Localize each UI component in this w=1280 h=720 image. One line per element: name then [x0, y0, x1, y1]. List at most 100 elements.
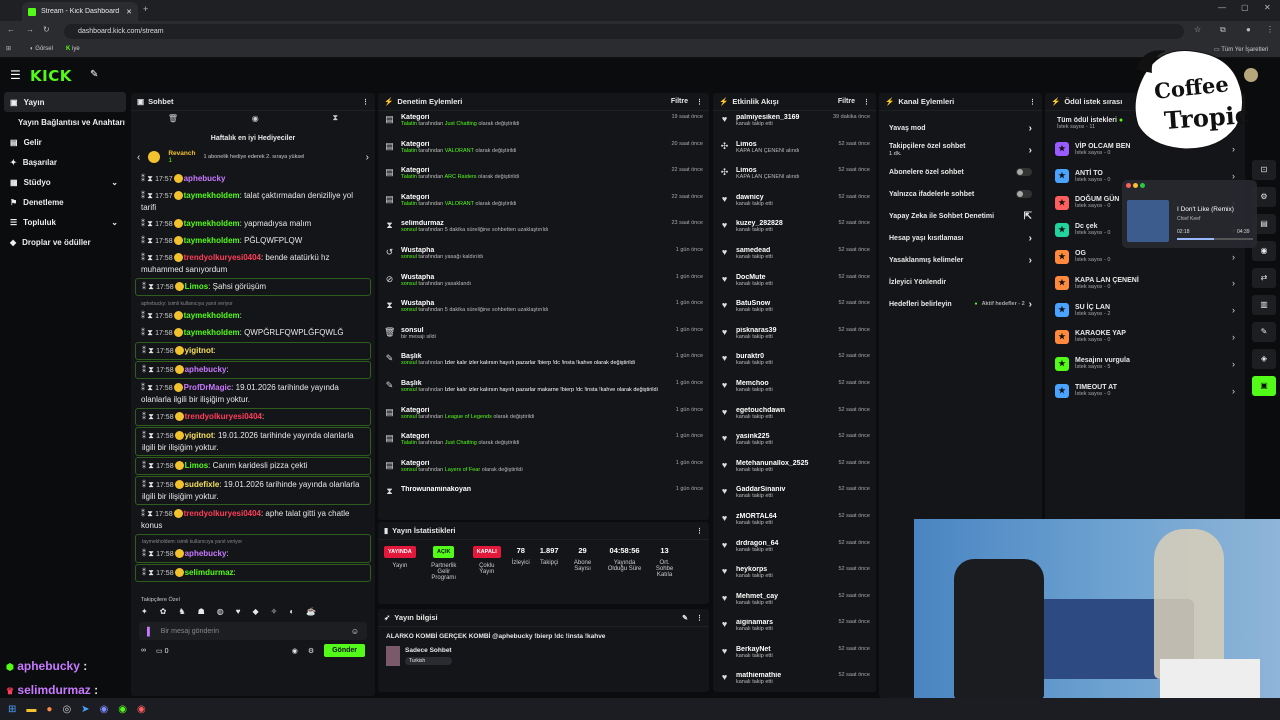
channel-action-row[interactable]: Yapay Zeka ile Sohbet Denetimi ⇱ — [879, 205, 1042, 227]
chat-username[interactable]: trendyolkuryesi0404 — [184, 509, 261, 518]
nav-item[interactable]: ⚑ Denetleme — [0, 192, 130, 212]
chrome-icon[interactable]: ◉ — [137, 704, 146, 715]
emote-icon[interactable]: ♥ — [236, 607, 241, 616]
settings-gear-icon[interactable]: ⚙ — [308, 647, 314, 655]
windows-start-icon[interactable]: ⊞ — [8, 704, 16, 715]
activity-row[interactable]: ♥ DocMute kanalı takip etti 52 saat önce — [713, 271, 876, 298]
send-button[interactable]: Gönder — [324, 644, 365, 657]
reward-row[interactable]: ★ TIMEOUT AT İstek sayısı - 0 › — [1045, 377, 1245, 404]
timer-icon[interactable]: ⧗ — [147, 509, 155, 518]
tag-badge[interactable]: Turkish — [405, 657, 452, 665]
nav-item[interactable]: ▦ Stüdyo ⌄ — [0, 172, 130, 192]
activity-user[interactable]: zMORTAL64 — [736, 513, 833, 520]
channel-action-row[interactable]: Abonelere özel sohbet — [879, 161, 1042, 183]
moderation-row[interactable]: ▤ Kategori sonsul tarafından League of Leg… — [378, 404, 709, 431]
chat-username[interactable]: yigitnot — [185, 431, 214, 440]
toolbar-button[interactable]: ▣ — [1252, 376, 1276, 396]
chat-username[interactable]: sudefixle — [185, 480, 220, 489]
chat-message[interactable]: ⁑ ⧗ 17:58 taymekholdem: yapmadıysa malım — [135, 216, 371, 232]
emote-icon[interactable]: ☕ — [306, 607, 316, 616]
file-explorer-icon[interactable]: ▬ — [26, 704, 36, 715]
timer-icon[interactable]: ⧗ — [147, 219, 155, 228]
moderation-row[interactable]: ▤ Kategori Talatin tarafından VALORANT ola… — [378, 191, 709, 218]
moderation-row[interactable]: ⊘ Wustapha sonsul tarafından yasaklandı 1 g… — [378, 271, 709, 298]
moderation-row[interactable]: ▤ Kategori Talatin tarafından Just Chattin… — [378, 430, 709, 457]
telegram-icon[interactable]: ➤ — [81, 704, 89, 715]
chat-username[interactable]: ProfDrMagic — [184, 383, 232, 392]
activity-row[interactable]: ♥ BerkayNet kanalı takip etti 52 saat önce — [713, 643, 876, 670]
chat-username[interactable]: Limos — [185, 461, 209, 470]
activity-row[interactable]: ♥ yasink225 kanalı takip etti 52 saat önce — [713, 430, 876, 457]
chevron-right-icon[interactable]: › — [1029, 255, 1032, 266]
activity-user[interactable]: aiginamars — [736, 619, 833, 626]
spotify-icon[interactable]: ◉ — [118, 704, 127, 715]
trash-icon[interactable]: 🗑 — [168, 114, 178, 123]
external-link-icon[interactable]: ⇱ — [1024, 211, 1032, 222]
song-progress-track[interactable] — [1177, 238, 1253, 240]
timer-icon[interactable]: ⧗ — [148, 480, 156, 489]
chat-username[interactable]: taymekholdem — [184, 328, 240, 337]
chat-message[interactable]: ⁑ ⧗ 17:58 sudefixle: 19.01.2026 tarihinde… — [135, 476, 371, 505]
activity-row[interactable]: ♥ zMORTAL64 kanalı takip etti 52 saat önce — [713, 510, 876, 537]
chat-message[interactable]: ⁑ ⧗ 17:58 taymekholdem: PĞLQWFPLQW — [135, 233, 371, 249]
star-icon[interactable]: ☆ — [1194, 25, 1201, 34]
moderation-menu-icon[interactable]: ⋮ — [696, 98, 703, 106]
channel-action-row[interactable]: Hesap yaşı kısıtlaması › — [879, 227, 1042, 249]
activity-row[interactable]: ♥ drdragon_64 kanalı takip etti 52 saat önc… — [713, 537, 876, 564]
activity-user[interactable]: Limos — [736, 167, 833, 174]
activity-user[interactable]: Mehmet_cay — [736, 593, 833, 600]
chevron-right-icon[interactable]: › — [1029, 145, 1032, 156]
back-icon[interactable]: ← — [7, 25, 15, 34]
chat-username[interactable]: yigitnot — [185, 346, 214, 355]
toggle-switch[interactable] — [1016, 190, 1032, 198]
chat-message[interactable]: ⁑ ⧗ 17:58 Limos: Şahsi görüşüm — [135, 278, 371, 296]
chat-username[interactable]: taymekholdem — [184, 219, 240, 228]
activity-user[interactable]: Metehanunallox_2525 — [736, 460, 833, 467]
category-name[interactable]: Sadece Sohbet — [405, 647, 452, 654]
chat-username[interactable]: Limos — [185, 282, 209, 291]
activity-row[interactable]: ♥ egetouchdawn kanalı takip etti 52 saat ön… — [713, 404, 876, 431]
timer-icon[interactable]: ⧗ — [148, 568, 156, 577]
toolbar-button[interactable]: ◈ — [1252, 349, 1276, 369]
activity-user[interactable]: kuzey_282828 — [736, 220, 833, 227]
chevron-right-icon[interactable]: › — [1232, 386, 1235, 396]
activity-user[interactable]: DocMute — [736, 274, 833, 281]
chat-message[interactable]: ⁑ ⧗ 17:58 yigitnot: 19.01.2026 tarihinde … — [135, 427, 371, 456]
chat-message[interactable]: ⁑ ⧗ 17:58 aphebucky: — [135, 361, 371, 379]
emote-icon[interactable]: ◆ — [252, 607, 258, 616]
reload-icon[interactable]: ↻ — [43, 25, 50, 34]
chat-input[interactable]: ▌ Bir mesaj gönderin ☺ — [139, 622, 367, 640]
activity-row[interactable]: ♥ mathiemathie kanalı takip etti 52 saat ön… — [713, 669, 876, 692]
channel-action-row[interactable]: Yavaş mod › — [879, 117, 1042, 139]
reward-row[interactable]: ★ SU İÇ LAN İstek sayısı - 2 › — [1045, 297, 1245, 324]
pin-icon[interactable]: ✎ — [90, 69, 98, 80]
chat-menu-icon[interactable]: ⋮ — [362, 98, 369, 106]
channel-menu-icon[interactable]: ⋮ — [1029, 98, 1036, 106]
nav-item[interactable]: ▤ Gelir — [0, 132, 130, 152]
activity-user[interactable]: heykorps — [736, 566, 833, 573]
chat-username[interactable]: taymekholdem — [184, 236, 240, 245]
timer-icon[interactable]: ⧗ — [148, 282, 156, 291]
bookmark-iye[interactable]: K iye — [66, 46, 80, 52]
timer-icon[interactable]: ⧗ — [332, 113, 338, 123]
activity-row[interactable]: ♥ pisknaras39 kanalı takip etti 52 saat önc… — [713, 324, 876, 351]
timer-icon[interactable]: ⧗ — [148, 346, 156, 355]
avatar[interactable] — [1244, 68, 1258, 82]
url-input[interactable]: dashboard.kick.com/stream — [64, 24, 1184, 39]
nav-item[interactable]: ☰ Topluluk ⌄ — [0, 212, 130, 232]
timer-icon[interactable]: ⧗ — [148, 461, 156, 470]
emote-icon[interactable]: ✿ — [160, 607, 167, 616]
chevron-down-icon[interactable]: ⌄ — [111, 178, 118, 187]
moderation-row[interactable]: ▤ Kategori Talatin tarafından ARC Raiders … — [378, 164, 709, 191]
activity-row[interactable]: ♥ buraktr0 kanalı takip etti 52 saat önce — [713, 350, 876, 377]
chat-username[interactable]: aphebucky — [185, 365, 227, 374]
activity-user[interactable]: egetouchdawn — [736, 407, 833, 414]
chat-username[interactable]: trendyolkuryesi0404 — [185, 412, 262, 421]
activity-row[interactable]: ♥ kuzey_282828 kanalı takip etti 52 saat ön… — [713, 217, 876, 244]
minimize-icon[interactable]: — — [1218, 3, 1226, 12]
activity-user[interactable]: Memchoo — [736, 380, 833, 387]
chat-username[interactable]: trendyolkuryesi0404 — [184, 253, 261, 262]
chevron-right-icon[interactable]: › — [1232, 359, 1235, 369]
timer-icon[interactable]: ⧗ — [147, 328, 155, 337]
nav-item[interactable]: Yayın Bağlantısı ve Anahtarı — [0, 112, 130, 132]
